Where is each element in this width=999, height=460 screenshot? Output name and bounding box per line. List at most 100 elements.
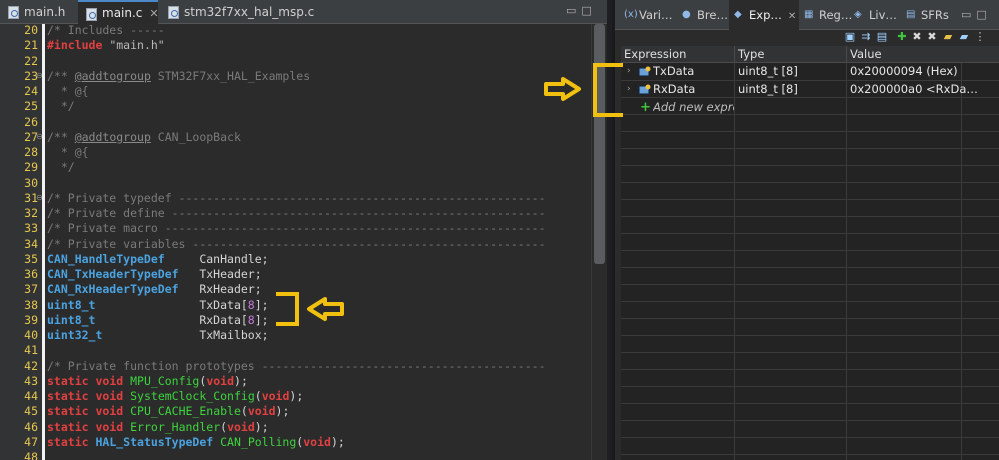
- line-number: 24: [24, 84, 38, 98]
- line-number: 25: [24, 99, 38, 114]
- row-divider: [621, 233, 999, 234]
- code-line[interactable]: /** @addtogroup STM32F7xx_HAL_Examples: [47, 69, 310, 84]
- row-divider: [621, 437, 999, 438]
- minimize-icon[interactable]: ▭: [961, 8, 976, 21]
- expression-cell: RxData: [653, 82, 696, 96]
- code-line[interactable]: static void Error_Handler(void);: [47, 420, 269, 435]
- code-line[interactable]: /* Includes -----: [47, 23, 165, 38]
- tab-variables[interactable]: (x) Vari…: [619, 0, 677, 30]
- annotation-arrow-right: [544, 77, 581, 101]
- line-number: 40: [24, 328, 38, 342]
- line-number: 29: [24, 160, 38, 175]
- import-expressions-icon[interactable]: ▰: [942, 31, 954, 43]
- row-divider: [621, 216, 999, 217]
- tab-stm32f7xx-hal-msp-c[interactable]: stm32f7xx_hal_msp.c: [160, 0, 320, 24]
- expressions-icon: ◆: [734, 9, 742, 20]
- show-type-names-icon[interactable]: ▣: [844, 31, 856, 43]
- add-new-expression-label[interactable]: Add new expres: [653, 99, 734, 116]
- tab-main-c[interactable]: main.c ✕: [78, 0, 159, 24]
- row-divider: [621, 267, 999, 268]
- variables-icon: (x): [624, 9, 638, 20]
- code-line[interactable]: CAN_RxHeaderTypeDef RxHeader;: [47, 282, 262, 297]
- line-number: 41: [24, 343, 38, 358]
- code-line[interactable]: * @{: [47, 145, 89, 160]
- type-cell: uint8_t [8]: [738, 82, 798, 96]
- column-header-value[interactable]: Value: [847, 46, 999, 63]
- collapse-all-icon[interactable]: ▤: [876, 31, 888, 43]
- code-line[interactable]: uint8_t RxData[8];: [47, 313, 269, 328]
- row-divider: [621, 148, 999, 149]
- code-line[interactable]: /* Private typedef ---------------------…: [47, 191, 546, 206]
- line-number: 27: [24, 129, 38, 144]
- expression-cell: TxData: [653, 64, 695, 78]
- line-number: 45: [24, 404, 38, 419]
- line-number: 28: [24, 145, 38, 159]
- code-line[interactable]: uint8_t TxData[8];: [47, 298, 269, 313]
- code-line[interactable]: CAN_TxHeaderTypeDef TxHeader;: [47, 267, 262, 282]
- value-cell[interactable]: 0x20000094 (Hex): [850, 63, 999, 80]
- variable-icon: [639, 66, 651, 76]
- line-number: 39: [24, 312, 38, 327]
- tab-label: Bre…: [697, 8, 728, 22]
- code-line[interactable]: /* Private define ----------------------…: [47, 206, 546, 221]
- line-number: 42: [24, 358, 38, 373]
- code-line[interactable]: static HAL_StatusTypeDef CAN_Polling(voi…: [47, 435, 345, 450]
- type-cell: uint8_t [8]: [738, 64, 798, 78]
- row-divider: [621, 386, 999, 387]
- line-number: 43: [24, 373, 38, 388]
- remove-expression-icon[interactable]: ✖: [911, 31, 923, 43]
- code-line[interactable]: static void SystemClock_Config(void);: [47, 389, 303, 404]
- code-line[interactable]: */: [47, 160, 75, 175]
- maximize-icon[interactable]: □: [581, 4, 596, 17]
- line-number: 23: [24, 68, 38, 83]
- tab-label: main.c: [102, 6, 143, 20]
- live-expressions-icon: ◈: [854, 9, 862, 20]
- view-menu-icon[interactable]: ⋮: [974, 31, 986, 43]
- scrollbar-thumb[interactable]: [594, 24, 605, 264]
- code-line[interactable]: CAN_HandleTypeDef CanHandle;: [47, 252, 269, 267]
- tab-registers[interactable]: ▦ Reg…: [799, 0, 852, 30]
- code-line[interactable]: /* Private variables -------------------…: [47, 237, 546, 252]
- tab-breakpoints[interactable]: ● Bre…: [677, 0, 729, 30]
- overview-ruler: [42, 24, 45, 460]
- code-line[interactable]: static void MPU_Config(void);: [47, 374, 248, 389]
- expand-arrow-icon[interactable]: ›: [627, 81, 635, 98]
- close-tab-icon[interactable]: ✕: [149, 7, 158, 20]
- tab-live-expressions[interactable]: ◈ Liv…: [849, 0, 899, 30]
- code-line[interactable]: #include "main.h": [47, 38, 165, 53]
- code-line[interactable]: /* Private macro -----------------------…: [47, 221, 546, 236]
- maximize-icon[interactable]: □: [976, 8, 991, 21]
- tab-main-h[interactable]: main.h: [0, 0, 76, 24]
- line-number: 37: [24, 282, 38, 297]
- column-header-type[interactable]: Type: [735, 46, 847, 63]
- value-cell[interactable]: 0x200000a0 <RxDa…: [850, 81, 999, 98]
- row-divider: [621, 301, 999, 302]
- add-expression-icon[interactable]: ✚: [896, 31, 908, 43]
- row-divider: [621, 284, 999, 285]
- c-file-icon: [86, 8, 97, 21]
- code-line[interactable]: /** @addtogroup CAN_LoopBack: [47, 130, 241, 145]
- line-number: 33: [24, 221, 38, 236]
- minimize-icon[interactable]: ▭: [566, 4, 581, 17]
- tab-label: stm32f7xx_hal_msp.c: [184, 5, 315, 19]
- c-file-icon: [168, 6, 179, 19]
- export-expressions-icon[interactable]: ▰: [958, 31, 970, 43]
- code-line[interactable]: uint32_t TxMailbox;: [47, 328, 269, 343]
- expand-arrow-icon[interactable]: ›: [627, 63, 635, 80]
- remove-all-expressions-icon[interactable]: ✖: [926, 31, 938, 43]
- sfrs-icon: ▤: [906, 9, 916, 20]
- editor-window-controls[interactable]: ▭□: [566, 4, 597, 17]
- code-line[interactable]: static void CPU_CACHE_Enable(void);: [47, 404, 289, 419]
- line-number: 48: [24, 450, 38, 460]
- view-window-controls[interactable]: ▭□: [961, 8, 992, 21]
- close-tab-icon[interactable]: ✕: [788, 11, 796, 22]
- tab-sfrs[interactable]: ▤ SFRs: [901, 0, 955, 30]
- header-file-icon: [8, 6, 19, 19]
- code-line[interactable]: * @{: [47, 84, 89, 99]
- column-header-expression[interactable]: Expression: [621, 46, 735, 63]
- tab-expressions[interactable]: ◆ Exp… ✕: [729, 0, 799, 30]
- row-divider: [621, 182, 999, 183]
- code-line[interactable]: /* Private function prototypes ---------…: [47, 359, 546, 374]
- code-line[interactable]: */: [47, 99, 75, 114]
- show-logical-structure-icon[interactable]: ⇉: [860, 31, 872, 43]
